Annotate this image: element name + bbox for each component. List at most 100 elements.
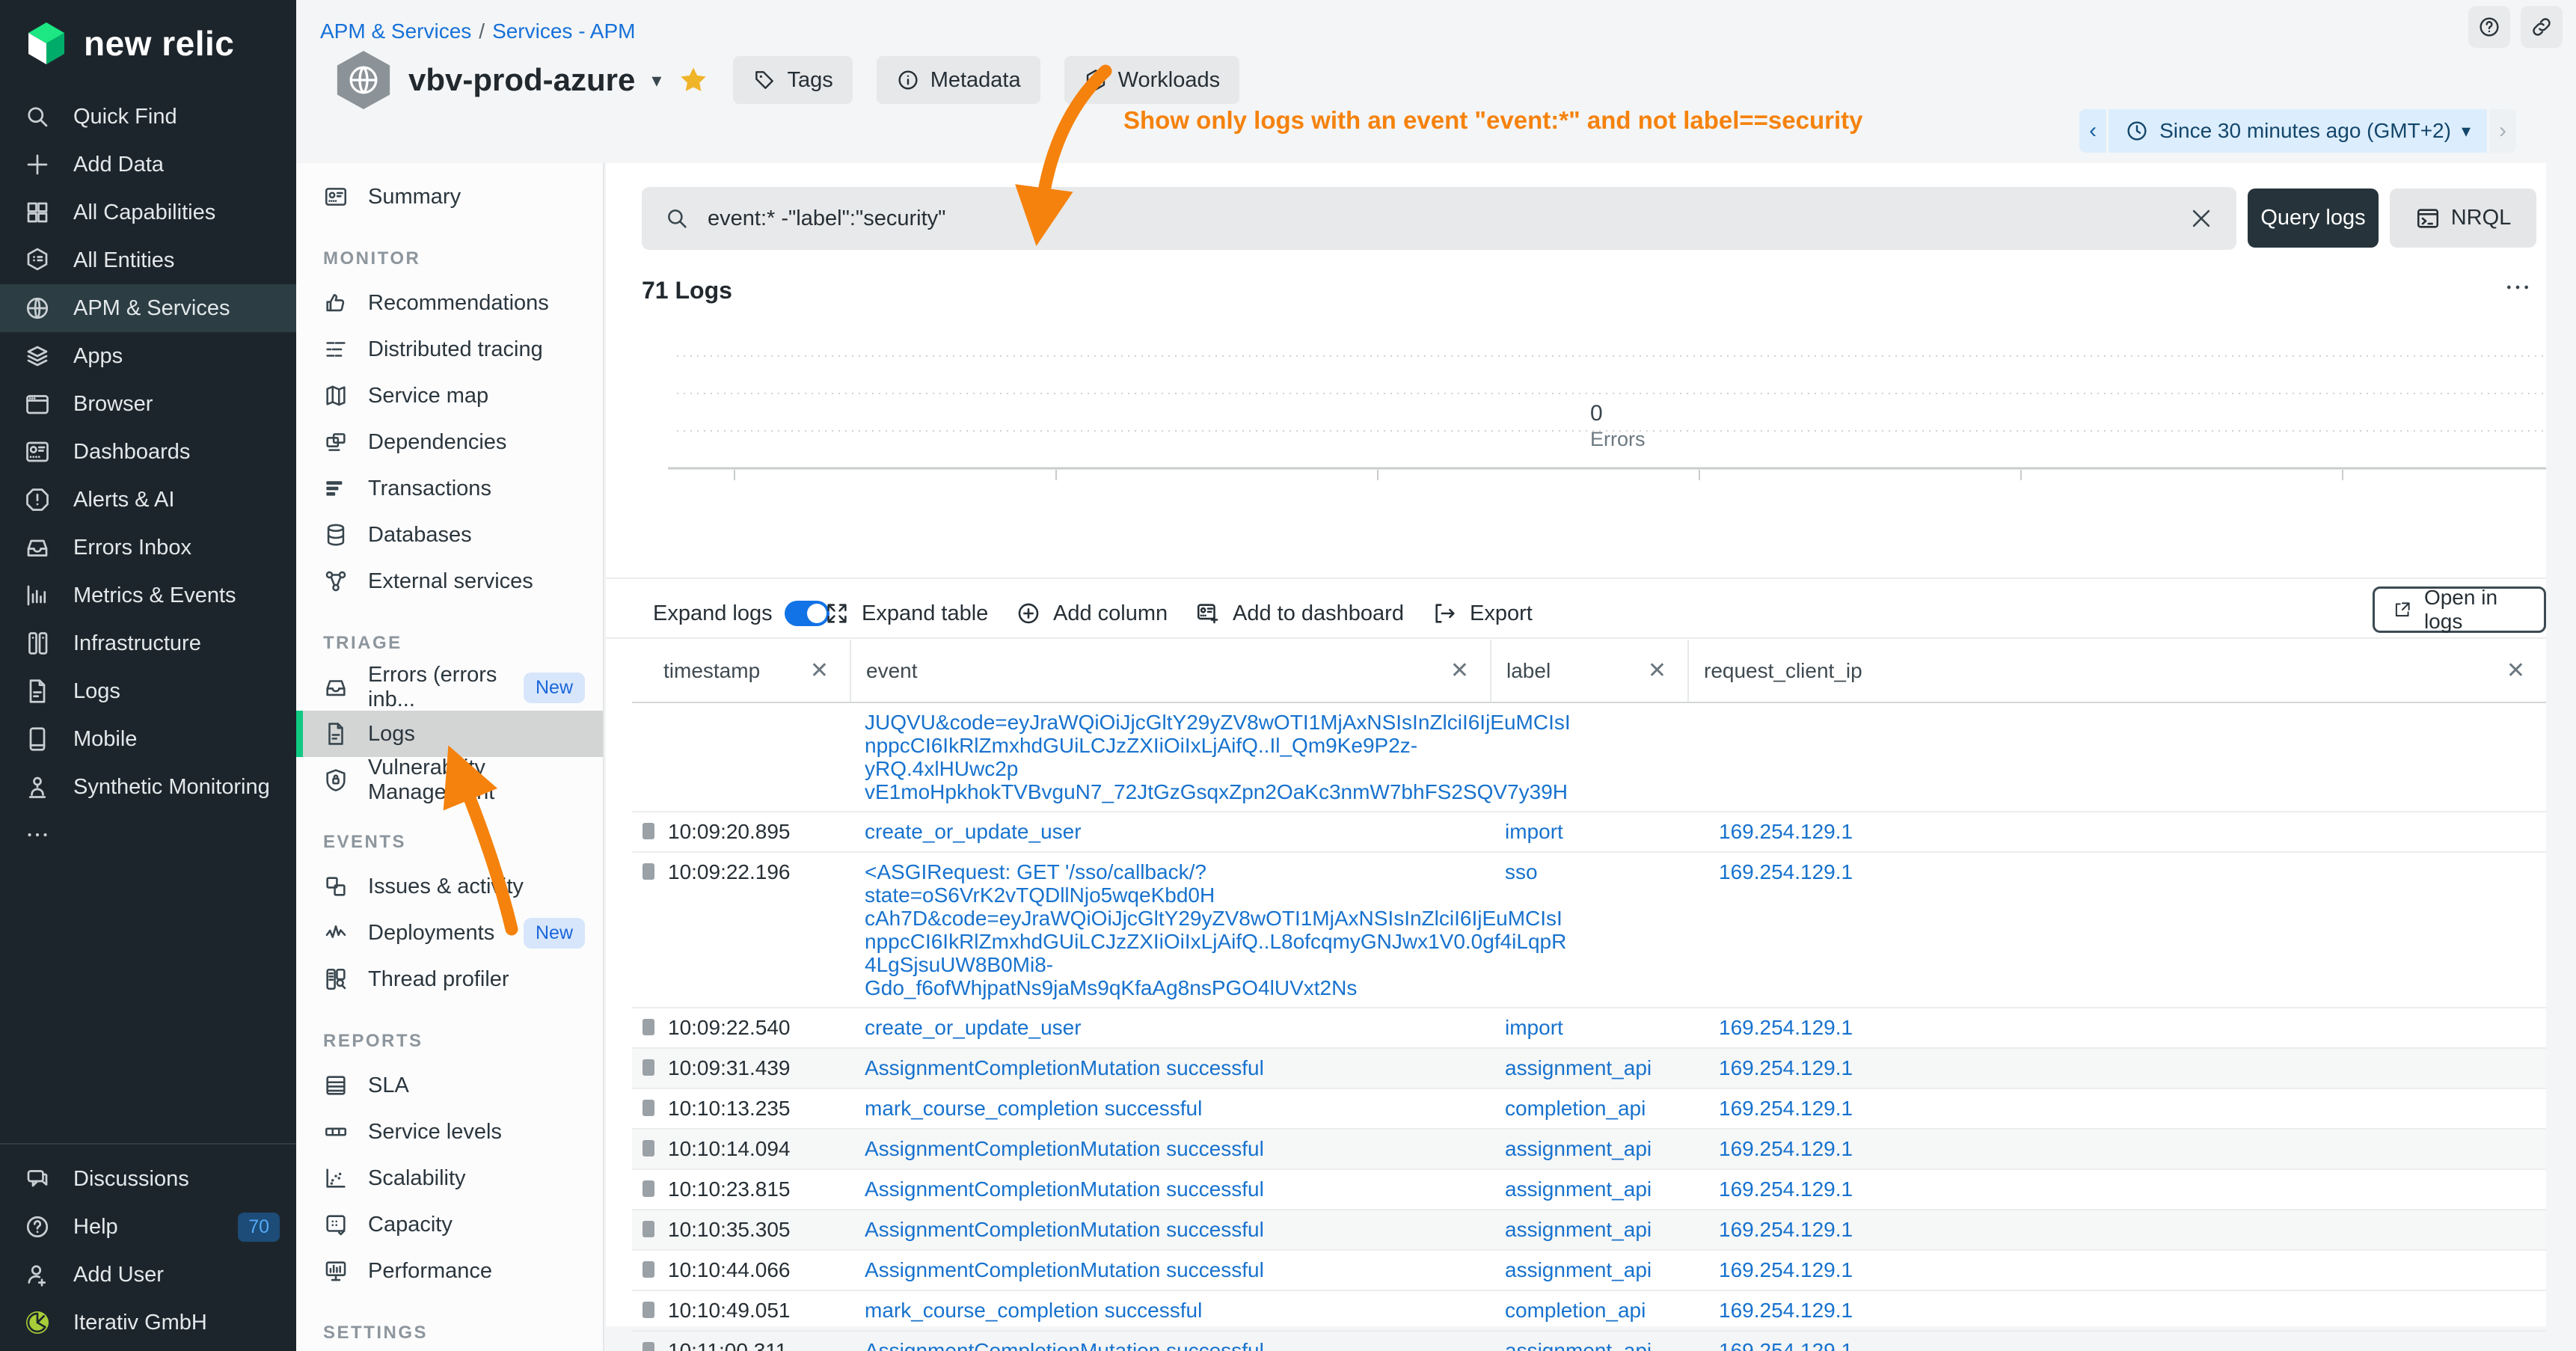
add-to-dashboard-button[interactable]: Add to dashboard bbox=[1195, 591, 1404, 636]
sidebar-item-add-data[interactable]: Add Data bbox=[0, 141, 296, 189]
log-event-link[interactable]: AssignmentCompletionMutation successful bbox=[850, 1210, 1490, 1249]
open-in-logs-button[interactable]: Open in logs bbox=[2373, 586, 2546, 633]
search-input[interactable]: event:* -"label":"security" bbox=[708, 206, 2171, 231]
sidebar-item-metrics-events[interactable]: Metrics & Events bbox=[0, 572, 296, 619]
log-row-handle[interactable] bbox=[643, 1019, 654, 1035]
log-row-handle[interactable] bbox=[643, 1342, 654, 1351]
log-row-handle[interactable] bbox=[643, 863, 654, 880]
log-row[interactable]: JUQVU&code=eyJraWQiOiJjcGltY29yZV8wOTI1M… bbox=[632, 703, 2546, 812]
entity-nav-item-databases[interactable]: Databases bbox=[296, 512, 603, 558]
remove-column-icon[interactable]: ✕ bbox=[2506, 658, 2525, 684]
log-request-ip-link[interactable]: 169.254.129.1 bbox=[1687, 1332, 2546, 1351]
log-row-handle[interactable] bbox=[643, 1261, 654, 1278]
sidebar-item-alerts-ai[interactable]: Alerts & AI bbox=[0, 476, 296, 524]
help-button[interactable] bbox=[2468, 6, 2510, 48]
entity-nav-item-transactions[interactable]: Transactions bbox=[296, 465, 603, 512]
entity-nav-item-scalability[interactable]: Scalability bbox=[296, 1155, 603, 1201]
sidebar-item-dashboards[interactable]: Dashboards bbox=[0, 428, 296, 476]
add-column-button[interactable]: Add column bbox=[1016, 591, 1168, 636]
sidebar-item-discussions[interactable]: Discussions bbox=[0, 1155, 296, 1203]
log-row[interactable]: 10:09:22.196<ASGIRequest: GET '/sso/call… bbox=[632, 853, 2546, 1008]
column-header-label[interactable]: label✕ bbox=[1490, 640, 1687, 702]
expand-table-button[interactable]: Expand table bbox=[824, 591, 988, 636]
log-label-link[interactable]: assignment_api bbox=[1490, 1332, 1687, 1351]
export-button[interactable]: Export bbox=[1432, 591, 1533, 636]
tags-button[interactable]: Tags bbox=[733, 56, 852, 104]
entity-nav-item-dependencies[interactable]: Dependencies bbox=[296, 419, 603, 465]
log-row[interactable]: 10:10:14.094AssignmentCompletionMutation… bbox=[632, 1130, 2546, 1170]
log-request-ip-link[interactable]: 169.254.129.1 bbox=[1687, 1130, 2546, 1168]
log-label-link[interactable]: import bbox=[1490, 812, 1687, 851]
sidebar-item-apps[interactable]: Apps bbox=[0, 332, 296, 380]
entity-nav-item-deployments[interactable]: DeploymentsNew bbox=[296, 910, 603, 956]
entity-nav-item-service-map[interactable]: Service map bbox=[296, 373, 603, 419]
sidebar-item-add-user[interactable]: Add User bbox=[0, 1251, 296, 1299]
log-request-ip-link[interactable]: 169.254.129.1 bbox=[1687, 1008, 2546, 1047]
entity-nav-item-external-services[interactable]: External services bbox=[296, 558, 603, 604]
sidebar-item-synthetic-monitoring[interactable]: Synthetic Monitoring bbox=[0, 763, 296, 811]
log-label-link[interactable]: assignment_api bbox=[1490, 1049, 1687, 1088]
log-row[interactable]: 10:09:31.439AssignmentCompletionMutation… bbox=[632, 1049, 2546, 1089]
log-request-ip-link[interactable]: 169.254.129.1 bbox=[1687, 1049, 2546, 1088]
log-event-link[interactable]: JUQVU&code=eyJraWQiOiJjcGltY29yZV8wOTI1M… bbox=[850, 703, 1490, 811]
sidebar-item-apm-services[interactable]: APM & Services bbox=[0, 284, 296, 332]
expand-logs-toggle[interactable] bbox=[785, 601, 829, 626]
remove-column-icon[interactable]: ✕ bbox=[1648, 658, 1666, 684]
time-forward-button[interactable]: › bbox=[2489, 109, 2516, 153]
log-event-link[interactable]: create_or_update_user bbox=[850, 812, 1490, 851]
log-label-link[interactable] bbox=[1490, 703, 1687, 811]
entity-nav-item-distributed-tracing[interactable]: Distributed tracing bbox=[296, 326, 603, 373]
entity-nav-item-recommendations[interactable]: Recommendations bbox=[296, 280, 603, 326]
time-back-button[interactable]: ‹ bbox=[2079, 109, 2106, 153]
log-event-link[interactable]: AssignmentCompletionMutation successful bbox=[850, 1130, 1490, 1168]
time-range-button[interactable]: Since 30 minutes ago (GMT+2) ▾ bbox=[2109, 109, 2487, 153]
log-row-handle[interactable] bbox=[643, 1221, 654, 1237]
sidebar-item-iterativ-gmbh[interactable]: Iterativ GmbH bbox=[0, 1299, 296, 1347]
nrql-button[interactable]: NRQL bbox=[2390, 189, 2536, 248]
remove-column-icon[interactable]: ✕ bbox=[1450, 658, 1469, 684]
log-row-handle[interactable] bbox=[643, 1180, 654, 1197]
log-row-handle[interactable] bbox=[643, 823, 654, 839]
favorite-star-icon[interactable] bbox=[678, 64, 709, 96]
query-logs-button[interactable]: Query logs bbox=[2248, 189, 2379, 248]
panel-menu-icon[interactable] bbox=[2500, 272, 2536, 302]
log-event-link[interactable]: AssignmentCompletionMutation successful bbox=[850, 1049, 1490, 1088]
sidebar-item-errors-inbox[interactable]: Errors Inbox bbox=[0, 524, 296, 572]
column-header-request-client-ip[interactable]: request_client_ip✕ bbox=[1687, 640, 2546, 702]
log-label-link[interactable]: completion_api bbox=[1490, 1089, 1687, 1128]
log-event-link[interactable]: mark_course_completion successful bbox=[850, 1089, 1490, 1128]
log-label-link[interactable]: import bbox=[1490, 1008, 1687, 1047]
log-request-ip-link[interactable]: 169.254.129.1 bbox=[1687, 853, 2546, 1007]
log-label-link[interactable]: completion_api bbox=[1490, 1291, 1687, 1330]
log-label-link[interactable]: assignment_api bbox=[1490, 1170, 1687, 1209]
log-label-link[interactable]: sso bbox=[1490, 853, 1687, 1007]
sidebar-item-mobile[interactable]: Mobile bbox=[0, 715, 296, 763]
sidebar-item-logs[interactable]: Logs bbox=[0, 667, 296, 715]
entity-nav-item-performance[interactable]: Performance bbox=[296, 1248, 603, 1294]
log-row[interactable]: 10:11:00.311AssignmentCompletionMutation… bbox=[632, 1332, 2546, 1351]
permalink-button[interactable] bbox=[2521, 6, 2563, 48]
entity-nav-item-logs[interactable]: Logs bbox=[296, 711, 603, 757]
log-event-link[interactable]: AssignmentCompletionMutation successful bbox=[850, 1251, 1490, 1290]
entity-nav-item-vulnerability-management[interactable]: Vulnerability Management bbox=[296, 757, 603, 803]
log-label-link[interactable]: assignment_api bbox=[1490, 1130, 1687, 1168]
sidebar-item-more[interactable] bbox=[0, 811, 296, 859]
clear-query-icon[interactable] bbox=[2189, 206, 2214, 231]
sidebar-item-all-capabilities[interactable]: All Capabilities bbox=[0, 189, 296, 236]
log-event-link[interactable]: mark_course_completion successful bbox=[850, 1291, 1490, 1330]
log-label-link[interactable]: assignment_api bbox=[1490, 1251, 1687, 1290]
entity-nav-item-service-levels[interactable]: Service levels bbox=[296, 1109, 603, 1155]
log-request-ip-link[interactable]: 169.254.129.1 bbox=[1687, 1251, 2546, 1290]
breadcrumb-services-apm[interactable]: Services - APM bbox=[492, 19, 635, 43]
log-row[interactable]: 10:10:44.066AssignmentCompletionMutation… bbox=[632, 1251, 2546, 1291]
log-event-link[interactable]: <ASGIRequest: GET '/sso/callback/?state=… bbox=[850, 853, 1490, 1007]
entity-nav-item-issues-activity[interactable]: Issues & activity bbox=[296, 863, 603, 910]
new-relic-logo[interactable]: new relic bbox=[22, 19, 234, 67]
sidebar-item-browser[interactable]: Browser bbox=[0, 380, 296, 428]
log-row[interactable]: 10:09:20.895create_or_update_userimport1… bbox=[632, 812, 2546, 853]
log-request-ip-link[interactable]: 169.254.129.1 bbox=[1687, 1291, 2546, 1330]
metadata-button[interactable]: Metadata bbox=[877, 56, 1040, 104]
log-row[interactable]: 10:10:23.815AssignmentCompletionMutation… bbox=[632, 1170, 2546, 1210]
log-row-handle[interactable] bbox=[643, 1140, 654, 1157]
entity-nav-item-sla[interactable]: SLA bbox=[296, 1062, 603, 1109]
